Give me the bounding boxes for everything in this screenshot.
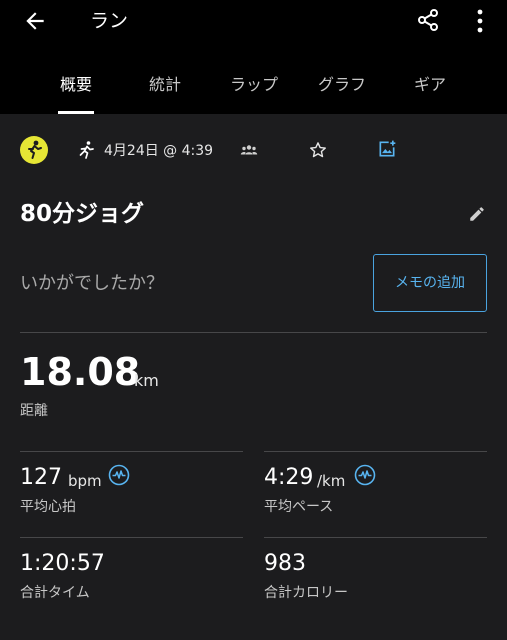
divider (264, 451, 487, 452)
tab-bar: 概要 統計 ラップ グラフ ギア (0, 56, 507, 114)
running-icon (79, 141, 94, 159)
avg-pace-label: 平均ペース (264, 499, 334, 515)
pace-zone-icon[interactable] (354, 464, 376, 486)
activity-date: 4月24日 @ 4:39 (104, 143, 214, 159)
divider (20, 332, 487, 333)
activity-name: 80分ジョグ (20, 201, 145, 227)
add-photo-icon[interactable] (377, 139, 397, 159)
page-title: ラン (90, 10, 129, 32)
heart-rate-zone-icon[interactable] (108, 464, 130, 486)
star-icon[interactable] (308, 140, 328, 160)
avg-hr-label: 平均心拍 (20, 499, 76, 515)
avg-pace-value: 4:29 (264, 465, 314, 490)
share-icon[interactable] (416, 8, 440, 32)
edit-pencil-icon[interactable] (468, 205, 486, 223)
calories-label: 合計カロリー (264, 585, 348, 601)
tab-gear[interactable]: ギア (412, 74, 448, 96)
divider (20, 537, 243, 538)
group-icon[interactable] (240, 141, 258, 159)
avg-hr-unit: bpm (68, 472, 102, 490)
distance-value: 18.08 (20, 350, 141, 394)
runner-avatar-icon (28, 140, 42, 159)
back-arrow-icon[interactable] (22, 8, 48, 34)
divider (264, 537, 487, 538)
total-time-value: 1:20:57 (20, 551, 105, 576)
avg-hr-value: 127 (20, 465, 62, 490)
calories-value: 983 (264, 551, 306, 576)
tab-stats[interactable]: 統計 (147, 74, 183, 96)
tab-laps[interactable]: ラップ (228, 74, 280, 96)
distance-label: 距離 (20, 403, 48, 419)
add-memo-button[interactable]: メモの追加 (373, 254, 487, 312)
avatar[interactable] (20, 136, 48, 164)
total-time-label: 合計タイム (20, 585, 90, 601)
tab-graphs[interactable]: グラフ (316, 74, 368, 96)
more-options-icon[interactable] (468, 8, 492, 34)
feeling-prompt: いかがでしたか？ (20, 273, 164, 294)
app-bar: ラン (0, 0, 507, 56)
tab-overview[interactable]: 概要 (58, 74, 94, 96)
divider (20, 451, 243, 452)
avg-pace-unit: /km (317, 472, 346, 490)
distance-unit: km (134, 371, 159, 390)
